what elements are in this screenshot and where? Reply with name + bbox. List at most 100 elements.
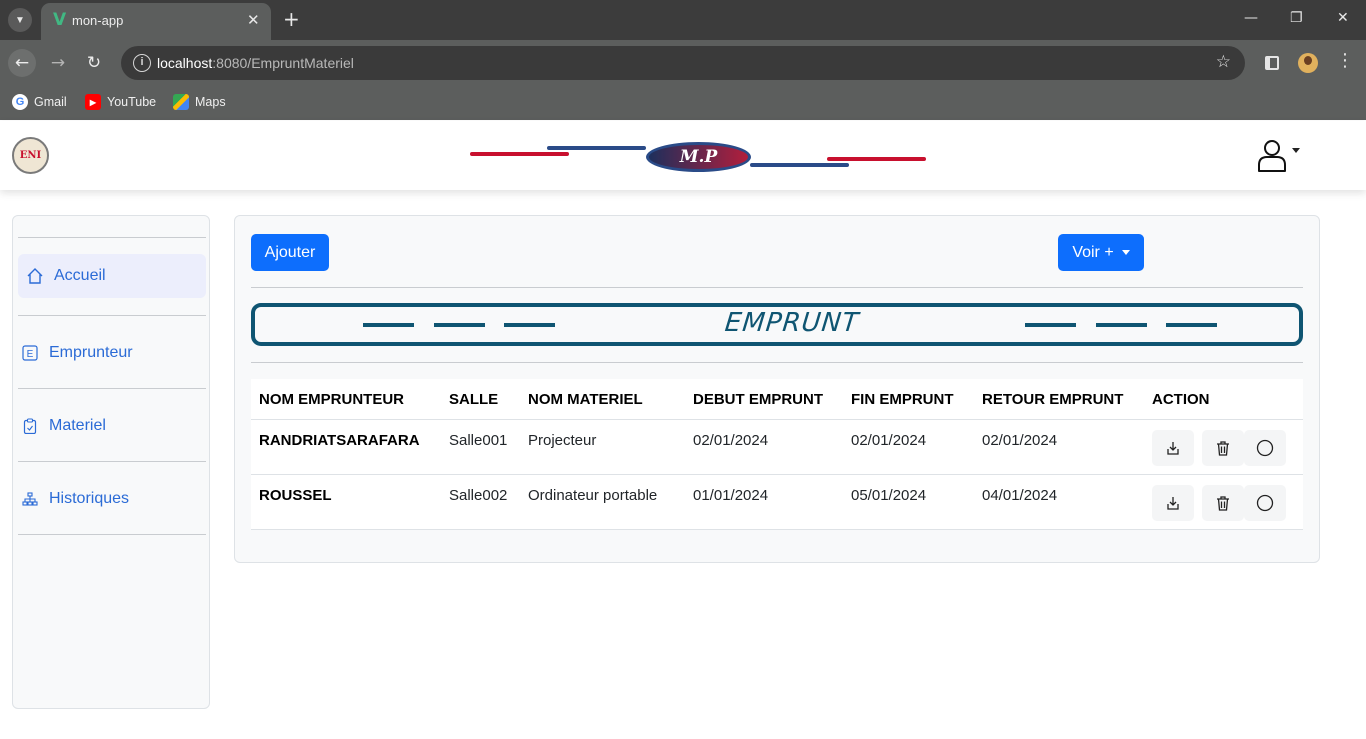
maps-icon — [173, 94, 189, 110]
sidebar-divider — [18, 388, 206, 389]
address-bar[interactable]: i localhost:8080/EmpruntMateriel ☆ — [121, 46, 1245, 80]
cell-retour: 04/01/2024 — [982, 487, 1058, 504]
bookmark-star-icon[interactable]: ☆ — [1216, 52, 1231, 72]
user-menu-caret-icon[interactable] — [1292, 148, 1300, 153]
sidebar-divider — [18, 534, 206, 535]
sidebar-item-label: Accueil — [54, 267, 106, 284]
column-header: NOM EMPRUNTEUR — [259, 391, 404, 408]
card-divider — [251, 362, 1303, 363]
eni-logo[interactable]: ENI — [12, 137, 49, 174]
sidebar-item-emprunteur[interactable]: E Emprunteur — [18, 331, 206, 375]
brand-line-left-red — [470, 152, 569, 156]
cell-materiel: Ordinateur portable — [528, 487, 658, 504]
download-icon — [1167, 497, 1179, 510]
tab-close-icon[interactable]: ✕ — [247, 11, 260, 29]
banner-dash — [363, 323, 414, 327]
cell-emprunteur: RANDRIATSARAFARA — [259, 432, 420, 449]
sidebar-item-label: Historiques — [49, 490, 130, 507]
forward-icon[interactable]: → — [44, 49, 72, 77]
sidebar-item-historiques[interactable]: Historiques — [18, 477, 206, 521]
youtube-icon: ▶ — [85, 94, 101, 110]
trash-icon — [1217, 441, 1229, 456]
cell-retour: 02/01/2024 — [982, 432, 1058, 449]
browser-tab-strip: ▼ V mon-app ✕ + — ❐ ✕ — [0, 0, 1366, 40]
close-window-icon[interactable]: ✕ — [1337, 10, 1349, 26]
user-icon[interactable] — [1257, 139, 1287, 173]
brand-line-right-blue — [750, 163, 849, 167]
bookmark-maps[interactable]: Maps — [173, 93, 226, 111]
sidebar-divider — [18, 237, 206, 238]
browser-toolbar: ← → ↻ i localhost:8080/EmpruntMateriel ☆ — [0, 40, 1366, 86]
column-header: SALLE — [449, 391, 499, 408]
sidebar-divider — [18, 315, 206, 316]
table-header-row: NOM EMPRUNTEUR SALLE NOM MATERIEL DEBUT … — [251, 379, 1303, 420]
chevron-down-icon — [1121, 250, 1130, 255]
cell-materiel: Projecteur — [528, 432, 597, 449]
site-info-icon[interactable]: i — [133, 54, 151, 72]
delete-button[interactable] — [1202, 430, 1244, 466]
minimize-icon[interactable]: — — [1244, 10, 1258, 26]
tab-search-button[interactable]: ▼ — [8, 8, 32, 32]
emprunt-table: NOM EMPRUNTEUR SALLE NOM MATERIEL DEBUT … — [251, 379, 1303, 530]
banner-dash — [1025, 323, 1076, 327]
letter-e-icon: E — [21, 344, 39, 362]
status-toggle-button[interactable] — [1244, 430, 1286, 466]
trash-icon — [1217, 496, 1229, 511]
cell-debut: 01/01/2024 — [693, 487, 769, 504]
app-header: ENI M.P — [0, 121, 1366, 190]
circle-icon — [1256, 439, 1274, 457]
clipboard-icon — [21, 417, 39, 435]
banner-dash — [1096, 323, 1147, 327]
card-divider — [251, 287, 1303, 288]
back-icon[interactable]: ← — [8, 49, 36, 77]
table-row: ROUSSEL Salle002 Ordinateur portable 01/… — [251, 475, 1303, 530]
new-tab-button[interactable]: + — [283, 8, 300, 30]
main-card: Ajouter Voir + EMPRUNT NOM EMPRUNTEUR SA… — [234, 215, 1320, 563]
bookmark-gmail[interactable]: G Gmail — [12, 93, 67, 111]
restore-icon[interactable]: ❐ — [1290, 10, 1303, 26]
download-button[interactable] — [1152, 485, 1194, 521]
banner-dash — [504, 323, 555, 327]
add-button[interactable]: Ajouter — [251, 234, 329, 271]
home-icon — [26, 267, 44, 285]
download-icon — [1167, 442, 1179, 455]
sidebar-item-label: Materiel — [49, 417, 106, 434]
tab-title: mon-app — [72, 13, 124, 28]
profile-avatar[interactable] — [1298, 53, 1318, 73]
cell-emprunteur: ROUSSEL — [259, 487, 332, 504]
column-header: FIN EMPRUNT — [851, 391, 954, 408]
browser-menu-icon[interactable]: ⋮ — [1336, 50, 1354, 71]
column-header: RETOUR EMPRUNT — [982, 391, 1124, 408]
svg-text:E: E — [27, 349, 34, 360]
bookmarks-bar: G Gmail ▶ YouTube Maps — [0, 86, 1366, 120]
bookmark-youtube[interactable]: ▶ YouTube — [85, 93, 156, 111]
sitemap-icon — [21, 490, 39, 508]
cell-debut: 02/01/2024 — [693, 432, 769, 449]
banner-dash — [434, 323, 485, 327]
delete-button[interactable] — [1202, 485, 1244, 521]
status-toggle-button[interactable] — [1244, 485, 1286, 521]
brand-line-right-red — [827, 157, 926, 161]
column-header: NOM MATERIEL — [528, 391, 643, 408]
download-button[interactable] — [1152, 430, 1194, 466]
reload-icon[interactable]: ↻ — [80, 49, 108, 77]
sidebar: Accueil E Emprunteur Materiel Historique… — [12, 215, 210, 709]
sidebar-item-label: Emprunteur — [49, 344, 133, 361]
circle-icon — [1256, 494, 1274, 512]
banner-title: EMPRUNT — [723, 308, 861, 338]
cell-salle: Salle001 — [449, 432, 508, 449]
browser-tab[interactable]: V mon-app ✕ — [41, 3, 271, 40]
table-row: RANDRIATSARAFARA Salle001 Projecteur 02/… — [251, 420, 1303, 475]
cell-salle: Salle002 — [449, 487, 508, 504]
cell-fin: 05/01/2024 — [851, 487, 927, 504]
google-icon: G — [12, 94, 28, 110]
sidebar-item-accueil[interactable]: Accueil — [18, 254, 206, 298]
sidebar-item-materiel[interactable]: Materiel — [18, 404, 206, 448]
brand-logo[interactable]: M.P — [646, 142, 751, 172]
side-panel-icon[interactable] — [1265, 56, 1279, 70]
voir-plus-dropdown-button[interactable]: Voir + — [1058, 234, 1144, 271]
column-header: ACTION — [1152, 391, 1210, 408]
banner-dash — [1166, 323, 1217, 327]
emprunt-banner: EMPRUNT — [251, 303, 1303, 346]
url-text[interactable]: localhost:8080/EmpruntMateriel — [157, 55, 354, 71]
